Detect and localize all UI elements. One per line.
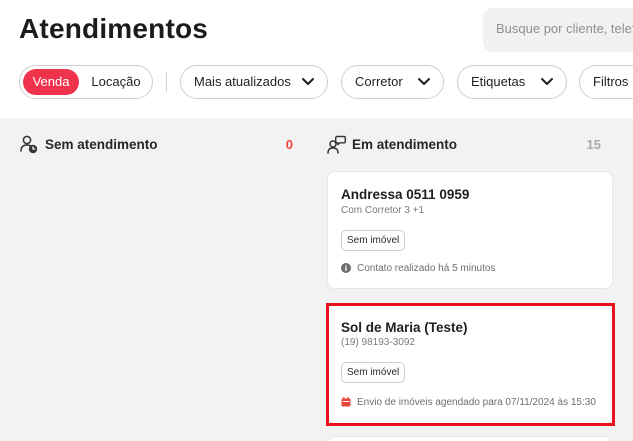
column-title: Sem atendimento <box>45 137 158 152</box>
lead-broker: Com Corretor 3 +1 <box>341 205 425 216</box>
lead-card[interactable] <box>327 436 613 441</box>
column-header-sem-atendimento: Sem atendimento 0 <box>19 134 295 156</box>
sort-dropdown-label: Mais atualizados <box>194 74 291 89</box>
divider <box>166 72 167 92</box>
toggle-venda[interactable]: Venda <box>23 69 79 95</box>
property-tag: Sem imóvel <box>341 230 406 251</box>
broker-dropdown-label: Corretor <box>355 74 403 89</box>
sale-rent-toggle: Venda Locação <box>19 65 153 99</box>
chevron-down-icon <box>541 78 553 85</box>
chevron-down-icon <box>418 78 430 85</box>
filters-button[interactable]: Filtros <box>579 65 633 99</box>
search-input[interactable]: Busque por cliente, telefone <box>483 8 633 52</box>
user-clock-icon <box>20 135 38 154</box>
toolbar: Venda Locação Mais atualizados Corretor … <box>0 65 633 99</box>
chevron-down-icon <box>302 78 314 85</box>
lead-status: Contato realizado há 5 minutos <box>341 263 495 274</box>
users-chat-icon <box>327 135 346 154</box>
broker-dropdown[interactable]: Corretor <box>341 65 444 99</box>
column-count: 0 <box>285 137 293 152</box>
page-title: Atendimentos <box>19 13 209 44</box>
lead-status-text: Contato realizado há 5 minutos <box>357 263 496 274</box>
sort-dropdown[interactable]: Mais atualizados <box>180 65 328 99</box>
info-icon <box>341 263 351 274</box>
column-title: Em atendimento <box>352 137 458 152</box>
lead-card[interactable]: Andressa 0511 0959 Com Corretor 3 +1 Sem… <box>327 171 613 289</box>
filters-button-label: Filtros <box>593 74 629 89</box>
tags-dropdown-label: Etiquetas <box>471 74 526 89</box>
header: Atendimentos Busque por cliente, telefon… <box>0 0 633 118</box>
lead-name: Andressa 0511 0959 <box>341 187 470 202</box>
column-count: 15 <box>586 137 601 152</box>
column-header-em-atendimento: Em atendimento 15 <box>327 134 603 156</box>
selection-highlight <box>326 303 615 426</box>
tags-dropdown[interactable]: Etiquetas <box>457 65 567 99</box>
toggle-locacao[interactable]: Locação <box>82 69 150 95</box>
